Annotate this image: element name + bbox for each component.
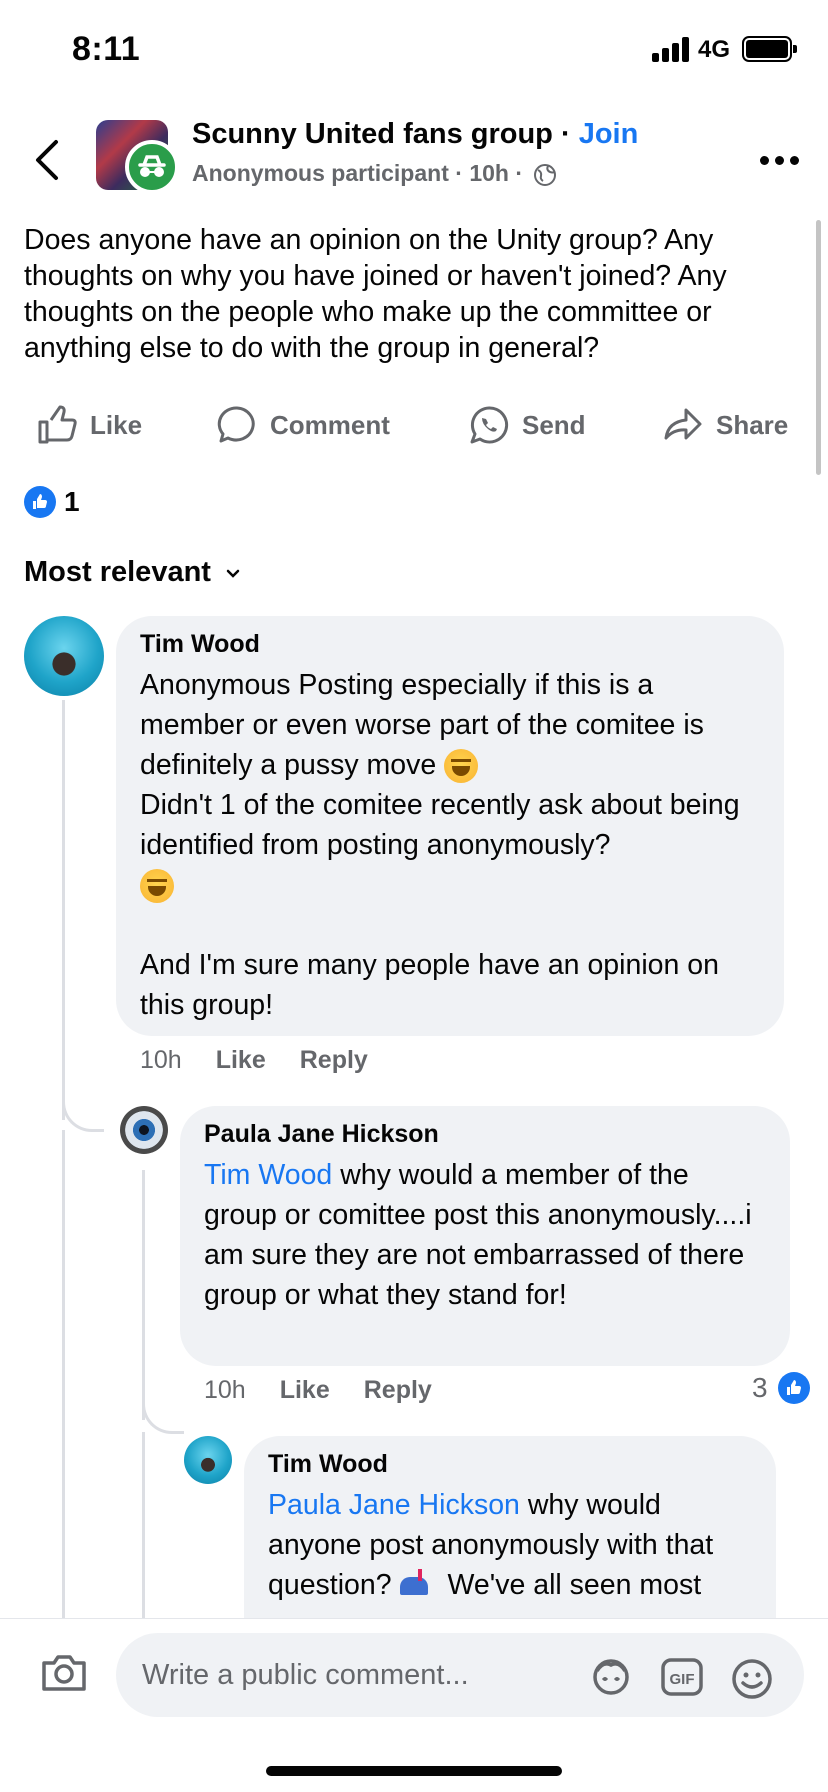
comment-author[interactable]: Tim Wood (140, 630, 758, 659)
comment-author[interactable]: Tim Wood (268, 1450, 754, 1479)
anonymous-avatar-icon (125, 140, 179, 194)
comment-reply-button[interactable]: Reply (300, 1046, 368, 1075)
comment-like-button[interactable]: Like (216, 1046, 266, 1075)
back-button[interactable] (28, 130, 68, 190)
chevron-down-icon (226, 569, 240, 578)
post-meta: Anonymous participant · 10h · (192, 160, 557, 187)
like-reaction-icon (777, 1372, 810, 1404)
mailbox-emoji-icon (398, 1569, 434, 1603)
battery-icon (742, 36, 797, 62)
network-label: 4G (698, 36, 731, 63)
home-indicator[interactable] (266, 1766, 562, 1776)
like-icon (38, 405, 77, 444)
comment-author[interactable]: Paula Jane Hickson (204, 1120, 768, 1149)
camera-button[interactable] (40, 1651, 88, 1698)
thread-line (62, 700, 65, 1120)
more-options-button[interactable] (760, 156, 800, 168)
comment-like-button[interactable]: Like (280, 1376, 330, 1405)
comment-meta: 10h Like Reply (140, 1046, 368, 1075)
like-reaction-icon (24, 486, 56, 518)
svg-text:GIF: GIF (670, 1671, 695, 1688)
camera-icon (42, 1655, 86, 1691)
back-icon (36, 140, 58, 180)
comment-text: Anonymous Posting especially if this is … (140, 669, 740, 1021)
laughing-emoji-icon (140, 869, 174, 904)
post-author[interactable]: Anonymous participant (192, 160, 449, 186)
comment-text: Tim Wood why would a member of the group… (204, 1159, 752, 1311)
comment-meta: 10h Like Reply (204, 1376, 432, 1405)
group-name-link[interactable]: Scunny United fans group (192, 118, 553, 150)
avatar[interactable] (120, 1106, 168, 1154)
mention-link[interactable]: Tim Wood (204, 1159, 332, 1191)
post-time[interactable]: 10h (469, 160, 509, 186)
group-title: Scunny United fans group · Join (192, 118, 638, 151)
mention-link[interactable]: Paula Jane Hickson (268, 1489, 520, 1521)
comment-bubble: Paula Jane Hickson Tim Wood why would a … (180, 1106, 790, 1366)
more-icon (760, 156, 769, 165)
send-label: Send (522, 409, 586, 440)
share-button[interactable]: Share (662, 400, 788, 450)
comment-time: 10h (140, 1046, 182, 1074)
whatsapp-icon (470, 406, 509, 444)
share-label: Share (716, 409, 789, 440)
reaction-count: 1 (64, 486, 80, 517)
post-text: Does anyone have an opinion on the Unity… (24, 224, 727, 364)
title-separator: · (552, 118, 579, 150)
comment-sort-dropdown[interactable]: Most relevant (24, 556, 241, 589)
post-actions: Like Comment Send Share (0, 400, 828, 450)
emoji-icon (732, 1659, 772, 1699)
signal-icon (652, 36, 692, 62)
gif-button[interactable]: GIF (660, 1657, 704, 1702)
comment-label: Comment (270, 409, 390, 440)
share-icon (664, 408, 702, 440)
comment-bubble: Tim Wood Anonymous Posting especially if… (116, 616, 784, 1036)
comment-reaction-count[interactable]: 3 (752, 1372, 810, 1404)
thread-connector (142, 1402, 184, 1434)
thread-line (142, 1432, 145, 1622)
avatar[interactable] (184, 1436, 232, 1484)
comment-button[interactable]: Comment (216, 400, 390, 450)
sort-label: Most relevant (24, 556, 211, 588)
comment-text: Paula Jane Hickson why would anyone post… (268, 1485, 754, 1605)
emoji-button[interactable] (730, 1657, 774, 1706)
thread-line (62, 1130, 65, 1620)
comment-composer: GIF (0, 1618, 828, 1728)
like-button[interactable]: Like (36, 400, 142, 450)
reaction-summary[interactable]: 1 (24, 486, 80, 518)
comment-time: 10h (204, 1376, 246, 1404)
status-time: 8:11 (72, 30, 141, 68)
comment-reply-button[interactable]: Reply (364, 1376, 432, 1405)
thread-line (142, 1170, 145, 1420)
like-label: Like (90, 409, 143, 440)
laughing-emoji-icon (444, 749, 479, 784)
join-button[interactable]: Join (579, 118, 639, 150)
gif-icon: GIF (661, 1658, 703, 1696)
thread-connector (62, 1100, 104, 1132)
avatar-sticker-icon (593, 1659, 629, 1695)
status-bar: 8:11 4G (0, 0, 828, 100)
send-button[interactable]: Send (468, 400, 586, 450)
comment-icon (217, 406, 255, 443)
avatar-sticker-button[interactable] (588, 1657, 634, 1702)
globe-icon (534, 163, 557, 186)
avatar[interactable] (24, 616, 104, 696)
